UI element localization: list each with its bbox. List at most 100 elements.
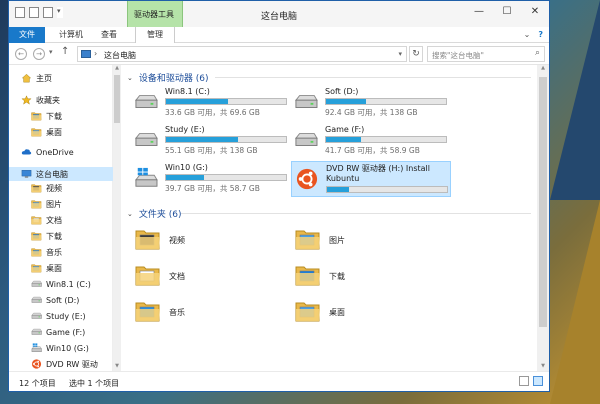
drive-name: Game (F:) bbox=[325, 125, 365, 134]
folders-group-label: 文件夹 (6) bbox=[138, 210, 182, 220]
sidebar-item[interactable]: Win8.1 (C:) bbox=[31, 277, 91, 291]
sidebar-item[interactable]: 主页 bbox=[21, 71, 52, 85]
home-icon bbox=[21, 73, 32, 83]
hard-drive-icon bbox=[293, 129, 319, 151]
content-scroll-thumb[interactable] bbox=[539, 77, 547, 327]
drive-free-space: 92.4 GB 可用，共 138 GB bbox=[325, 108, 418, 117]
breadcrumb[interactable]: 这台电脑 bbox=[104, 50, 136, 61]
sidebar-item[interactable]: Soft (D:) bbox=[31, 293, 79, 307]
sidebar-item-label: 下载 bbox=[46, 111, 62, 121]
sidebar-item-label: 下载 bbox=[46, 231, 62, 241]
drive-icon bbox=[31, 279, 42, 289]
sidebar-item-label: 这台电脑 bbox=[36, 169, 68, 179]
drive-tile[interactable]: Win10 (G:) 39.7 GB 可用，共 58.7 GB bbox=[131, 161, 291, 197]
tab-view[interactable]: 查看 bbox=[95, 27, 123, 43]
details-view-icon[interactable] bbox=[519, 376, 529, 386]
tiles-view-icon[interactable] bbox=[533, 376, 543, 386]
cloud-icon bbox=[21, 147, 32, 157]
breadcrumb-separator-icon[interactable]: › bbox=[94, 49, 97, 58]
window-controls: — ☐ ✕ bbox=[465, 1, 549, 21]
sidebar-item-label: 视频 bbox=[46, 183, 62, 193]
folders-group-header[interactable]: ⌄ 文件夹 (6) bbox=[127, 207, 182, 221]
content-pane: ⌄ 设备和驱动器 (6) ⌄ 文件夹 (6) Win8.1 (C:) 33.6 G… bbox=[123, 65, 537, 371]
sidebar-item[interactable]: 收藏夹 bbox=[21, 93, 60, 107]
collapse-chevron-icon[interactable]: ⌄ bbox=[127, 74, 133, 82]
sidebar-item[interactable]: Study (E:) bbox=[31, 309, 86, 323]
tab-manage[interactable]: 管理 bbox=[135, 27, 175, 43]
address-bar[interactable]: › 这台电脑 ▾ bbox=[77, 46, 407, 62]
drive-usage-fill bbox=[327, 187, 349, 192]
drive-icon bbox=[31, 327, 42, 337]
sidebar-item[interactable]: 图片 bbox=[31, 197, 62, 211]
recent-locations-icon[interactable]: ▾ bbox=[49, 48, 53, 56]
close-button[interactable]: ✕ bbox=[521, 1, 549, 21]
ribbon-tabs: 文件 计算机 查看 管理 ⌄ ? bbox=[9, 27, 549, 43]
sidebar-item-label: Soft (D:) bbox=[46, 295, 80, 305]
sidebar-item[interactable]: 文档 bbox=[31, 213, 62, 227]
back-button[interactable]: ← bbox=[15, 48, 27, 60]
sidebar-scroll-thumb[interactable] bbox=[114, 75, 120, 123]
sidebar-item[interactable]: 这台电脑 bbox=[9, 167, 113, 181]
forward-button[interactable]: → bbox=[33, 48, 45, 60]
minimize-button[interactable]: — bbox=[465, 1, 493, 21]
sidebar-item[interactable]: 下载 bbox=[31, 109, 62, 123]
sidebar-item[interactable]: 下载 bbox=[31, 229, 62, 243]
sidebar-item[interactable]: Game (F:) bbox=[31, 325, 85, 339]
sidebar-item[interactable]: 视频 bbox=[31, 181, 62, 195]
scroll-down-icon[interactable]: ▼ bbox=[113, 363, 121, 371]
videos-folder-icon bbox=[31, 183, 42, 193]
videos-folder-icon bbox=[135, 227, 161, 251]
folder-name: 下载 bbox=[329, 272, 345, 281]
drive-tile[interactable]: Soft (D:) 92.4 GB 可用，共 138 GB bbox=[291, 85, 451, 121]
sidebar-item[interactable]: Win10 (G:) bbox=[31, 341, 89, 355]
drive-free-space: 33.6 GB 可用，共 69.6 GB bbox=[165, 108, 260, 117]
folder-tile[interactable]: 图片 bbox=[291, 225, 441, 255]
help-icon[interactable]: ? bbox=[538, 30, 543, 39]
scroll-up-icon[interactable]: ▲ bbox=[537, 65, 549, 73]
maximize-button[interactable]: ☐ bbox=[493, 1, 521, 21]
folder-name: 视频 bbox=[169, 236, 185, 245]
folder-tile[interactable]: 视频 bbox=[131, 225, 281, 255]
refresh-button[interactable]: ↻ bbox=[409, 46, 423, 62]
scroll-up-icon[interactable]: ▲ bbox=[113, 65, 121, 73]
sidebar-item-label: 图片 bbox=[46, 199, 62, 209]
drive-tile[interactable]: Win8.1 (C:) 33.6 GB 可用，共 69.6 GB bbox=[131, 85, 291, 121]
scroll-down-icon[interactable]: ▼ bbox=[537, 363, 549, 371]
collapse-chevron-icon[interactable]: ⌄ bbox=[127, 210, 133, 218]
view-switcher bbox=[519, 376, 543, 386]
folder-tile[interactable]: 文档 bbox=[131, 261, 281, 291]
music-folder-icon bbox=[135, 299, 161, 323]
sidebar-item[interactable]: OneDrive bbox=[21, 145, 74, 159]
drive-tile[interactable]: Game (F:) 41.7 GB 可用，共 58.9 GB bbox=[291, 123, 451, 159]
sidebar-item-label: 桌面 bbox=[46, 263, 62, 273]
drive-tile[interactable]: DVD RW 驱动器 (H:) Install Kubuntu bbox=[291, 161, 451, 197]
folder-tile[interactable]: 音乐 bbox=[131, 297, 281, 327]
tab-file[interactable]: 文件 bbox=[9, 27, 45, 43]
drive-icon bbox=[31, 295, 42, 305]
drive-usage-bar bbox=[165, 98, 287, 105]
sidebar-item-label: 收藏夹 bbox=[36, 95, 60, 105]
search-input[interactable]: 搜索"这台电脑" ⌕ bbox=[427, 46, 545, 62]
folder-tile[interactable]: 桌面 bbox=[291, 297, 441, 327]
desktop-background-shape bbox=[550, 200, 600, 404]
sidebar-scrollbar[interactable]: ▲ ▼ bbox=[113, 65, 121, 371]
sidebar-item-label: Game (F:) bbox=[46, 327, 86, 337]
sidebar-item-label: Study (E:) bbox=[46, 311, 86, 321]
address-dropdown-icon[interactable]: ▾ bbox=[398, 50, 402, 58]
sidebar-item[interactable]: 桌面 bbox=[31, 261, 62, 275]
drive-name: Win10 (G:) bbox=[165, 163, 208, 172]
pictures-folder-icon bbox=[31, 199, 42, 209]
item-count: 12 个项目 bbox=[19, 379, 56, 388]
devices-group-header[interactable]: ⌄ 设备和驱动器 (6) bbox=[127, 71, 209, 85]
sidebar-item[interactable]: 音乐 bbox=[31, 245, 62, 259]
tab-computer[interactable]: 计算机 bbox=[53, 27, 89, 43]
group-divider bbox=[215, 77, 531, 78]
sidebar-item[interactable]: 桌面 bbox=[31, 125, 62, 139]
up-button[interactable]: ↑ bbox=[61, 46, 69, 57]
drive-tile[interactable]: Study (E:) 55.1 GB 可用，共 138 GB bbox=[131, 123, 291, 159]
folder-name: 桌面 bbox=[329, 308, 345, 317]
folder-tile[interactable]: 下载 bbox=[291, 261, 441, 291]
content-scrollbar[interactable]: ▲ ▼ bbox=[537, 65, 549, 371]
expand-ribbon-icon[interactable]: ⌄ bbox=[524, 30, 531, 39]
sidebar-item[interactable]: DVD RW 驱动 bbox=[31, 357, 98, 371]
